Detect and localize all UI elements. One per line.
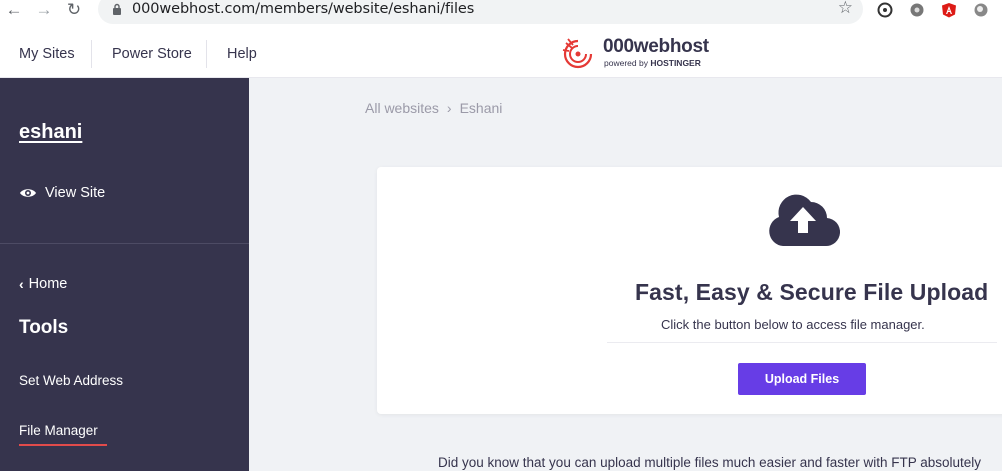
site-top-nav: My Sites Power Store Help [0,28,1002,78]
nav-divider [91,40,92,68]
card-title: Fast, Easy & Secure File Upload [635,279,989,305]
sidebar-divider [0,243,249,244]
extension-sync-icon[interactable] [877,2,893,18]
upload-card: Fast, Easy & Secure File Upload Click th… [377,167,1002,414]
site-logo[interactable]: 000webhost powered by HOSTINGER [560,36,720,71]
cloud-upload-icon [769,194,841,247]
home-link[interactable]: ‹ Home [19,276,67,292]
url-text[interactable]: 000webhost.com/members/website/eshani/fi… [132,1,474,17]
card-subtitle: Click the button below to access file ma… [661,317,925,332]
view-site-link[interactable]: View Site [19,185,105,201]
sidebar-item-set-web-address[interactable]: Set Web Address [19,373,123,388]
reload-icon[interactable]: ↻ [62,0,86,20]
browser-toolbar: ← → ↻ 000webhost.com/members/website/esh… [0,0,1002,28]
address-bar[interactable]: 000webhost.com/members/website/eshani/fi… [98,0,863,24]
logo-name: 000webhost [603,36,709,57]
logo-swirl-icon [562,38,593,69]
breadcrumb-current: Eshani [459,100,503,116]
nav-my-sites[interactable]: My Sites [19,28,75,78]
eye-icon [20,189,36,197]
star-icon[interactable]: ☆ [838,0,853,18]
back-arrow-icon[interactable]: ← [2,0,26,20]
breadcrumb: All websites › Eshani [365,100,502,116]
breadcrumb-root[interactable]: All websites [365,100,439,116]
chevron-left-icon: ‹ [19,276,24,292]
extension-angular-icon[interactable] [941,2,957,18]
view-site-label: View Site [45,185,106,201]
nav-divider [206,40,207,68]
ftp-tip-text: Did you know that you can upload multipl… [438,455,982,470]
breadcrumb-separator: › [446,100,452,116]
home-label: Home [28,276,68,292]
nav-power-store[interactable]: Power Store [112,28,192,78]
extension-profile-icon[interactable] [973,2,989,18]
tools-heading: Tools [19,317,69,338]
lock-icon [113,3,121,15]
extension-gear-icon[interactable] [909,2,925,18]
forward-arrow-icon[interactable]: → [32,0,56,20]
site-name-link[interactable]: eshani [19,121,82,144]
sidebar: eshani View Site ‹ Home Tools Set Web Ad… [0,78,249,471]
logo-tagline: powered by HOSTINGER [604,58,701,68]
nav-help[interactable]: Help [227,28,257,78]
card-divider [607,342,997,343]
sidebar-item-file-manager[interactable]: File Manager [19,423,107,446]
upload-files-button[interactable]: Upload Files [738,363,866,395]
